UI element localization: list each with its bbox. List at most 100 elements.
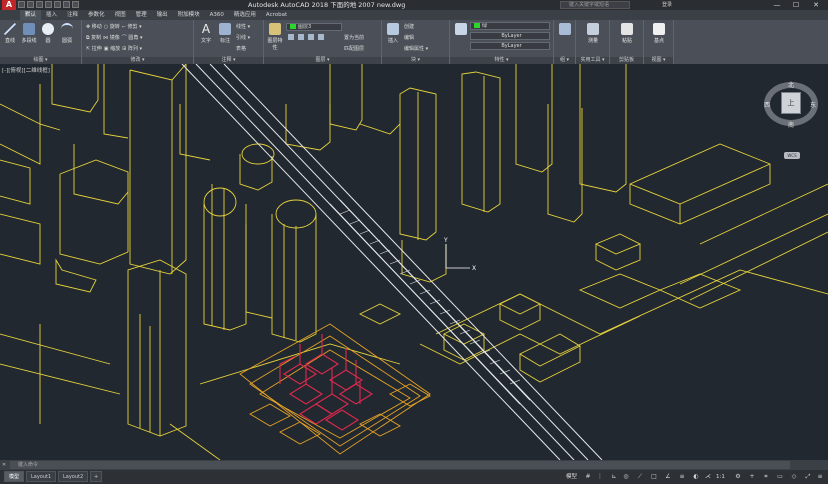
trim-tool[interactable]: ⌐ 修剪 ▾ <box>122 23 142 30</box>
wcs-menu[interactable]: WCS <box>784 152 800 159</box>
isolate-objects-icon[interactable]: ◇ <box>790 473 798 481</box>
close-command-icon[interactable]: ✕ <box>2 462 8 468</box>
ortho-icon[interactable]: ⊾ <box>610 473 618 481</box>
minimize-button[interactable]: — <box>770 0 784 10</box>
tab-a360[interactable]: A360 <box>205 10 229 20</box>
viewcube-top-face[interactable]: 上 <box>781 92 801 114</box>
tab-view[interactable]: 视图 <box>110 10 131 20</box>
close-button[interactable]: ✕ <box>809 0 823 10</box>
edit-attribute-tool[interactable]: 编辑属性 ▾ <box>404 45 428 52</box>
layers-panel-label[interactable]: 图层 ▾ <box>264 57 381 64</box>
compass-east[interactable]: 东 <box>810 100 816 109</box>
tab-featured-apps[interactable]: 精选应用 <box>229 10 261 20</box>
command-input[interactable]: 键入命令 <box>10 461 790 469</box>
leader-tool[interactable]: 引线 ▾ <box>236 34 250 41</box>
customize-icon[interactable]: ≡ <box>816 473 824 481</box>
redo-icon[interactable] <box>72 1 79 8</box>
stretch-tool[interactable]: ⇱ 拉伸 <box>86 45 102 52</box>
fullscreen-icon[interactable]: ⤢ <box>804 473 812 481</box>
units-icon[interactable]: ⌗ <box>762 473 770 481</box>
layer-lock-icon[interactable] <box>308 34 314 40</box>
tab-annotate[interactable]: 注释 <box>62 10 83 20</box>
insert-block-tool[interactable]: 插入 <box>384 23 402 44</box>
viewcube[interactable]: 上 北 南 东 西 <box>764 78 820 134</box>
polyline-tool[interactable]: 多段线 <box>20 23 38 44</box>
group-tool[interactable] <box>556 23 574 37</box>
layer-on-icon[interactable] <box>288 34 294 40</box>
tab-manage[interactable]: 管理 <box>131 10 152 20</box>
tab-output[interactable]: 输出 <box>152 10 173 20</box>
array-tool[interactable]: ⊞ 阵列 ▾ <box>122 45 142 52</box>
snap-icon[interactable]: ⋮ <box>596 473 604 481</box>
drawing-canvas[interactable]: Y X <box>0 64 828 460</box>
layer-freeze-icon[interactable] <box>298 34 304 40</box>
tab-layout2[interactable]: Layout2 <box>58 471 89 482</box>
save-icon[interactable] <box>36 1 43 8</box>
text-tool[interactable]: A 文字 <box>197 23 215 44</box>
annotation-monitor-icon[interactable]: + <box>748 473 756 481</box>
match-properties-tool[interactable] <box>452 23 470 37</box>
autocad-logo-icon[interactable]: A <box>2 0 16 10</box>
viewport-controls-label[interactable]: [-][俯视][二维线框] <box>2 66 50 74</box>
layer-properties-tool[interactable]: 图层特性 <box>266 23 284 51</box>
isodraft-icon[interactable]: ⟋ <box>636 473 644 481</box>
edit-block-tool[interactable]: 编辑 <box>404 34 414 41</box>
layer-isolate-icon[interactable] <box>318 34 324 40</box>
compass-west[interactable]: 西 <box>764 100 770 109</box>
drawing-viewport[interactable]: Y X [-][俯视][二维线框] 上 北 南 东 西 WCS <box>0 64 828 460</box>
block-panel-label[interactable]: 块 ▾ <box>382 57 449 64</box>
arc-tool[interactable]: 圆弧 <box>58 23 76 44</box>
fillet-tool[interactable]: ⌒ 圆角 ▾ <box>122 34 143 41</box>
rotate-tool[interactable]: ○ 旋转 <box>104 23 120 30</box>
line-tool[interactable]: 直线 <box>1 23 19 44</box>
match-layer-tool[interactable]: 匹配图层 <box>344 45 364 52</box>
base-point-tool[interactable]: 基点 <box>650 23 668 44</box>
linear-dim-tool[interactable]: 线性 ▾ <box>236 23 250 30</box>
save-as-icon[interactable] <box>45 1 52 8</box>
mirror-tool[interactable]: ⋈ 镜像 <box>103 34 120 41</box>
copy-tool[interactable]: ⧉ 复制 <box>86 34 101 41</box>
search-input[interactable]: 键入关键字或短语 <box>560 1 630 9</box>
transparency-icon[interactable]: ◐ <box>692 473 700 481</box>
new-icon[interactable] <box>18 1 25 8</box>
quick-properties-icon[interactable]: ▭ <box>776 473 784 481</box>
lineweight-icon[interactable]: ≡ <box>678 473 686 481</box>
tab-parametric[interactable]: 参数化 <box>83 10 110 20</box>
tab-acrobat[interactable]: Acrobat <box>261 10 292 20</box>
object-snap-icon[interactable]: □ <box>650 473 658 481</box>
view-panel-label[interactable]: 视图 ▾ <box>644 57 673 64</box>
tab-insert[interactable]: 插入 <box>41 10 62 20</box>
annotation-scale-value[interactable]: 1:1 <box>716 470 725 484</box>
model-space-toggle[interactable]: 模型 <box>566 470 577 484</box>
scale-tool[interactable]: ▣ 缩放 <box>104 45 120 52</box>
draw-panel-label[interactable]: 绘图 ▾ <box>0 57 81 64</box>
open-icon[interactable] <box>27 1 34 8</box>
dimension-tool[interactable]: 标注 <box>216 23 234 44</box>
move-tool[interactable]: ✥ 移动 <box>86 23 102 30</box>
compass-north[interactable]: 北 <box>788 80 794 89</box>
tab-model[interactable]: 模型 <box>4 471 25 482</box>
lineweight-dropdown[interactable]: ByLayer <box>470 42 550 50</box>
grid-icon[interactable]: # <box>584 473 592 481</box>
polar-icon[interactable]: ◎ <box>622 473 630 481</box>
tab-addins[interactable]: 附加模块 <box>173 10 205 20</box>
paste-tool[interactable]: 粘贴 <box>618 23 636 44</box>
color-dropdown[interactable]: 绿 <box>470 22 550 30</box>
linetype-dropdown[interactable]: ByLayer <box>470 32 550 40</box>
layer-dropdown[interactable]: 图层3 <box>286 23 342 31</box>
circle-tool[interactable]: 圆 <box>39 23 57 44</box>
annotation-panel-label[interactable]: 注释 ▾ <box>194 57 263 64</box>
print-icon[interactable] <box>54 1 61 8</box>
utilities-panel-label[interactable]: 实用工具 ▾ <box>576 57 609 64</box>
tab-layout1[interactable]: Layout1 <box>26 471 57 482</box>
compass-south[interactable]: 南 <box>788 120 794 129</box>
modify-panel-label[interactable]: 修改 ▾ <box>82 57 193 64</box>
create-block-tool[interactable]: 创建 <box>404 23 414 30</box>
properties-panel-label[interactable]: 特性 ▾ <box>450 57 553 64</box>
annotation-scale-icon[interactable]: ⋌ <box>704 473 712 481</box>
add-layout-button[interactable]: + <box>90 471 103 482</box>
set-current-tool[interactable]: 置为当前 <box>344 34 364 41</box>
measure-tool[interactable]: 测量 <box>584 23 602 44</box>
osnap-tracking-icon[interactable]: ∠ <box>664 473 672 481</box>
workspace-gear-icon[interactable]: ⚙ <box>734 473 742 481</box>
